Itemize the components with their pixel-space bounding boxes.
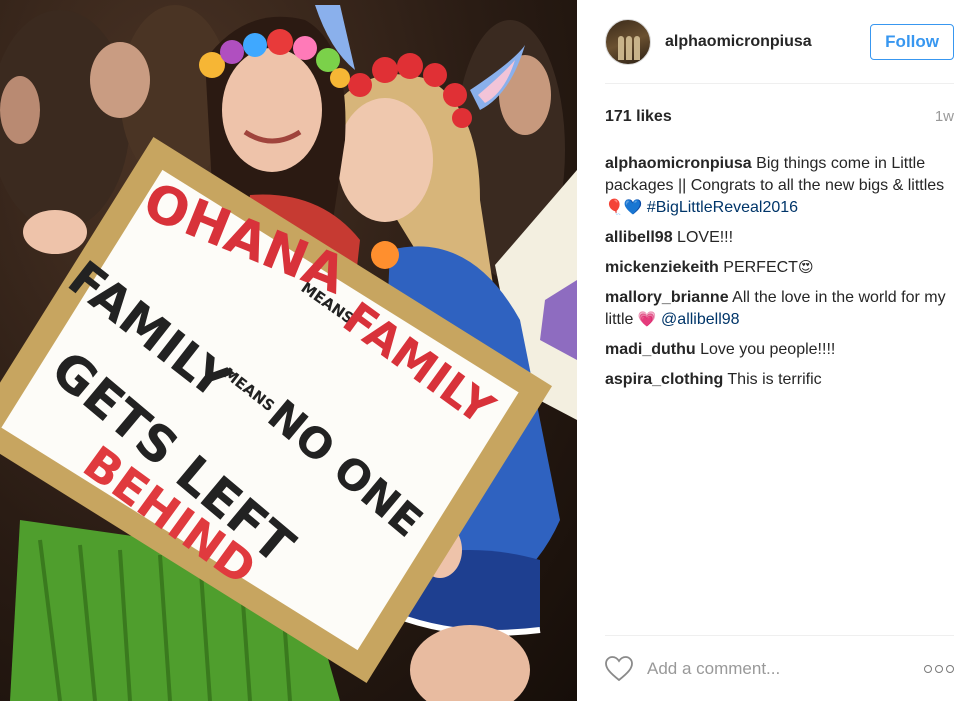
heart-eyes-emoji: 😍 <box>797 259 814 276</box>
post-meta: 171 likes 1w <box>605 108 954 126</box>
comment-bar: Add a comment... <box>605 635 954 702</box>
comment-item: mickenziekeith PERFECT😍 <box>605 257 954 279</box>
comment-username[interactable]: alphaomicronpiusa <box>605 155 752 172</box>
face <box>222 48 322 172</box>
photo-illustration: OHANA MEANS FAMILY FAMILY MEANS NO ONE G… <box>0 5 577 701</box>
comment-item: madi_duthu Love you people!!!! <box>605 339 954 361</box>
likes-count[interactable]: 171 likes <box>605 108 672 126</box>
post-sidebar: alphaomicronpiusa Follow 171 likes 1w al… <box>577 0 980 701</box>
comment-text: Love you people!!!! <box>700 341 836 358</box>
pink-heart-emoji: 💗 <box>637 311 657 328</box>
balloon-heart-emoji: 🎈💙 <box>605 199 643 216</box>
avatar[interactable] <box>605 18 651 65</box>
face <box>337 98 433 222</box>
comment-item: mallory_brianne All the love in the worl… <box>605 287 954 331</box>
more-options-icon[interactable] <box>924 665 954 673</box>
background-face <box>0 76 40 144</box>
instagram-post: OHANA MEANS FAMILY FAMILY MEANS NO ONE G… <box>0 0 980 701</box>
comment-username[interactable]: mallory_brianne <box>605 289 729 306</box>
post-username[interactable]: alphaomicronpiusa <box>665 33 870 51</box>
comment-item: allibell98 LOVE!!! <box>605 227 954 249</box>
like-heart-icon[interactable] <box>605 656 633 682</box>
hashtag-link[interactable]: #BigLittleReveal2016 <box>647 199 798 216</box>
caption: alphaomicronpiusa Big things come in Lit… <box>605 153 954 219</box>
post-age[interactable]: 1w <box>935 108 954 126</box>
comment-item: aspira_clothing This is terrific <box>605 369 954 391</box>
background-face <box>90 42 150 118</box>
post-header: alphaomicronpiusa Follow <box>605 0 954 84</box>
mention-link[interactable]: @allibell98 <box>661 311 740 328</box>
leg <box>410 625 530 701</box>
hand <box>23 210 87 254</box>
comment-username[interactable]: aspira_clothing <box>605 371 723 388</box>
comment-text: PERFECT <box>723 259 798 276</box>
add-comment-input[interactable]: Add a comment... <box>647 659 924 679</box>
comment-username[interactable]: mickenziekeith <box>605 259 719 276</box>
comment-text: LOVE!!! <box>677 229 734 246</box>
lei-flower <box>371 241 399 269</box>
comment-text: This is terrific <box>727 371 822 388</box>
post-photo[interactable]: OHANA MEANS FAMILY FAMILY MEANS NO ONE G… <box>0 0 577 701</box>
follow-button[interactable]: Follow <box>870 23 954 60</box>
comments-list: alphaomicronpiusa Big things come in Lit… <box>605 153 954 399</box>
comment-username[interactable]: madi_duthu <box>605 341 696 358</box>
comment-username[interactable]: allibell98 <box>605 229 673 246</box>
